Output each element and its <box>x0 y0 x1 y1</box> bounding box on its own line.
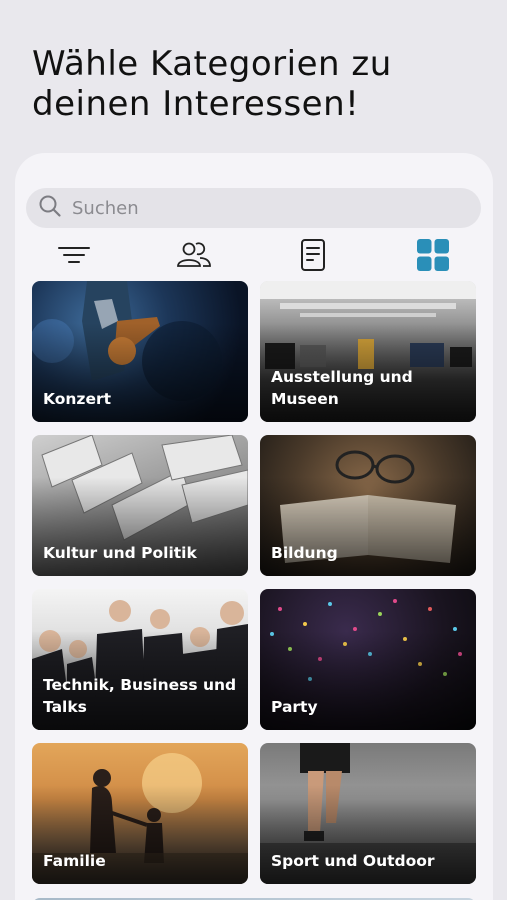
tab-filter[interactable] <box>54 237 94 277</box>
category-card-kultur[interactable]: Kultur und Politik <box>32 435 248 576</box>
page-title-line-1: Wähle Kategorien zu <box>32 44 392 84</box>
category-card-party[interactable]: Party <box>260 589 476 730</box>
search-input[interactable]: Suchen <box>72 198 139 219</box>
search-icon <box>38 194 62 222</box>
category-label: Party <box>271 698 318 716</box>
category-card-sport[interactable]: Sport und Outdoor <box>260 743 476 884</box>
category-label: Technik, Business und Talks <box>43 676 237 716</box>
page-title-line-2: deinen Interessen! <box>32 84 360 124</box>
category-label: Bildung <box>271 544 338 562</box>
people-icon <box>176 240 212 274</box>
category-card-technik[interactable]: Technik, Business und Talks <box>32 589 248 730</box>
category-label: Konzert <box>43 390 112 408</box>
category-label: Sport und Outdoor <box>271 852 435 870</box>
category-label: Ausstellung und Museen <box>271 368 413 408</box>
view-tabs <box>15 237 493 277</box>
tab-grid[interactable] <box>413 237 453 277</box>
category-card-ausstellung[interactable]: Ausstellung und Museen <box>260 281 476 422</box>
filter-icon <box>57 243 91 271</box>
category-sheet: Suchen Konzert Ausstellung und Museen Ku… <box>15 153 493 900</box>
grid-icon <box>416 238 450 276</box>
category-card-konzert[interactable]: Konzert <box>32 281 248 422</box>
page-title: Wähle Kategorien zu deinen Interessen! <box>32 44 482 124</box>
search-bar[interactable]: Suchen <box>26 188 481 228</box>
document-icon <box>300 238 326 276</box>
category-card-bildung[interactable]: Bildung <box>260 435 476 576</box>
category-label: Kultur und Politik <box>43 544 197 562</box>
category-card-familie[interactable]: Familie <box>32 743 248 884</box>
tab-people[interactable] <box>174 237 214 277</box>
tab-documents[interactable] <box>293 237 333 277</box>
category-label: Familie <box>43 852 106 870</box>
